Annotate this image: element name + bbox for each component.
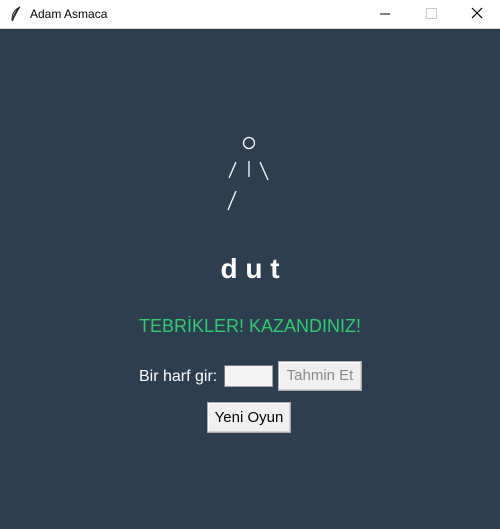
guess-button[interactable]: Tahmin Et <box>278 361 362 391</box>
hangman-head <box>242 136 256 150</box>
status-message: TEBRİKLER! KAZANDINIZ! <box>138 316 362 336</box>
word-display: d u t <box>220 253 280 284</box>
maximize-button[interactable] <box>408 0 454 28</box>
title-bar[interactable]: Adam Asmaca <box>0 0 500 29</box>
minimize-icon <box>380 13 390 15</box>
hangman-figure <box>227 136 269 211</box>
maximize-icon <box>426 8 437 19</box>
close-icon <box>471 7 483 19</box>
hangman-left-leg <box>227 190 237 211</box>
hangman-left-arm <box>228 161 237 179</box>
feather-icon <box>9 6 23 22</box>
minimize-button[interactable] <box>362 0 408 28</box>
close-button[interactable] <box>454 0 500 28</box>
new-game-button[interactable]: Yeni Oyun <box>207 402 291 433</box>
game-area: d u t TEBRİKLER! KAZANDINIZ! Bir harf gi… <box>0 29 500 529</box>
window-title: Adam Asmaca <box>30 7 108 21</box>
letter-input[interactable] <box>224 365 273 387</box>
letter-input-label: Bir harf gir: <box>139 368 218 385</box>
hangman-right-arm <box>259 161 269 181</box>
